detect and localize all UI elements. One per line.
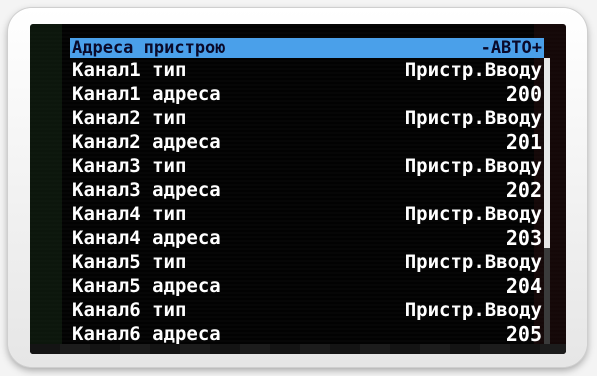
menu-row-channel2-address[interactable]: Канал2 адреса 201 <box>70 130 544 154</box>
row-label: Канал4 адреса <box>72 227 221 249</box>
mode-indicator[interactable]: -АВТО+ <box>481 38 544 58</box>
row-value: 204 <box>505 274 542 298</box>
row-label: Канал4 тип <box>72 203 187 225</box>
settings-menu: Адреса пристрою -АВТО+ Канал1 тип Пристр… <box>70 38 544 346</box>
menu-row-channel3-type[interactable]: Канал3 тип Пристр.Вводу <box>70 154 544 178</box>
row-value: 201 <box>505 130 542 154</box>
menu-row-channel5-address[interactable]: Канал5 адреса 204 <box>70 274 544 298</box>
row-value: 203 <box>505 226 542 250</box>
scrollbar-thumb[interactable] <box>544 58 550 248</box>
menu-row-channel6-address[interactable]: Канал6 адреса 205 <box>70 322 544 346</box>
menu-row-channel1-address[interactable]: Канал1 адреса 200 <box>70 82 544 106</box>
row-label: Канал2 адреса <box>72 131 221 153</box>
lcd-screen: Адреса пристрою -АВТО+ Канал1 тип Пристр… <box>30 24 566 354</box>
menu-row-channel1-type[interactable]: Канал1 тип Пристр.Вводу <box>70 58 544 82</box>
row-value: Пристр.Вводу <box>404 59 542 81</box>
row-label: Канал6 тип <box>72 299 187 321</box>
row-value: Пристр.Вводу <box>404 155 542 177</box>
row-value: Пристр.Вводу <box>404 251 542 273</box>
row-value: Пристр.Вводу <box>404 107 542 129</box>
menu-row-channel5-type[interactable]: Канал5 тип Пристр.Вводу <box>70 250 544 274</box>
scrollbar[interactable] <box>544 58 550 344</box>
menu-row-channel4-address[interactable]: Канал4 адреса 203 <box>70 226 544 250</box>
screen-bottom-strip <box>30 344 566 354</box>
menu-header[interactable]: Адреса пристрою -АВТО+ <box>70 38 544 58</box>
row-label: Канал6 адреса <box>72 323 221 345</box>
row-label: Канал3 адреса <box>72 179 221 201</box>
row-label: Канал1 адреса <box>72 83 221 105</box>
row-label: Канал1 тип <box>72 59 187 81</box>
menu-row-channel4-type[interactable]: Канал4 тип Пристр.Вводу <box>70 202 544 226</box>
menu-row-channel6-type[interactable]: Канал6 тип Пристр.Вводу <box>70 298 544 322</box>
row-value: 202 <box>505 178 542 202</box>
row-value: 205 <box>505 322 542 346</box>
row-label: Канал5 адреса <box>72 275 221 297</box>
row-value: 200 <box>505 82 542 106</box>
row-value: Пристр.Вводу <box>404 203 542 225</box>
menu-title: Адреса пристрою <box>72 38 226 58</box>
menu-row-channel3-address[interactable]: Канал3 адреса 202 <box>70 178 544 202</box>
row-label: Канал3 тип <box>72 155 187 177</box>
row-label: Канал2 тип <box>72 107 187 129</box>
row-label: Канал5 тип <box>72 251 187 273</box>
row-value: Пристр.Вводу <box>404 299 542 321</box>
menu-row-channel2-type[interactable]: Канал2 тип Пристр.Вводу <box>70 106 544 130</box>
